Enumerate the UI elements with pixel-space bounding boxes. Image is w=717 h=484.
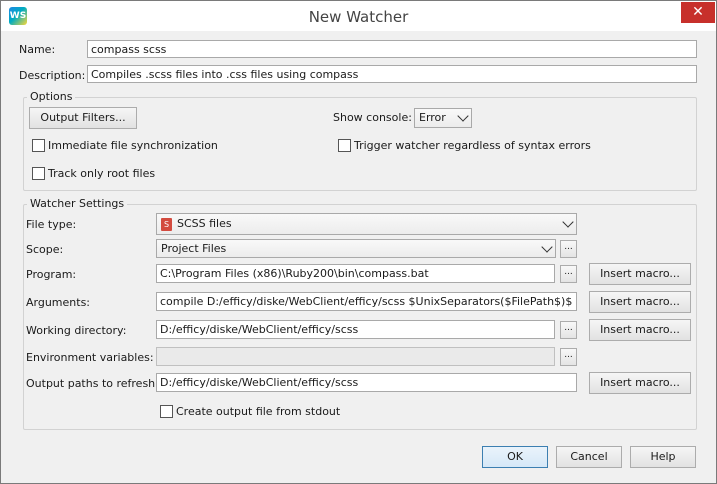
new-watcher-dialog: WS New Watcher ✕ Name: compass scss Desc… <box>0 0 717 484</box>
track-root-label: Track only root files <box>48 167 156 180</box>
program-label: Program: <box>26 268 77 281</box>
working-directory-insert-macro-button[interactable]: Insert macro... <box>589 319 691 341</box>
create-output-stdout-checkbox[interactable] <box>160 405 173 418</box>
output-paths-label: Output paths to refresh: <box>26 377 159 390</box>
show-console-value: Error <box>419 111 446 124</box>
environment-variables-browse-button[interactable]: ... <box>560 348 577 366</box>
description-input[interactable]: Compiles .scss files into .css files usi… <box>87 65 697 83</box>
trigger-watcher-checkbox[interactable] <box>338 139 351 152</box>
output-paths-input[interactable]: D:/efficy/diske/WebClient/efficy/scss <box>156 373 577 392</box>
options-group-title: Options <box>27 90 76 103</box>
chevron-down-icon <box>562 216 574 228</box>
name-label: Name: <box>19 43 56 56</box>
output-paths-insert-macro-button[interactable]: Insert macro... <box>589 372 691 394</box>
scope-value: Project Files <box>161 242 227 255</box>
immediate-sync-label: Immediate file synchronization <box>48 139 218 152</box>
help-button[interactable]: Help <box>630 446 696 468</box>
file-type-label: File type: <box>26 218 77 231</box>
scope-label: Scope: <box>26 243 64 256</box>
ok-button[interactable]: OK <box>482 446 548 468</box>
arguments-input[interactable]: compile D:/efficy/diske/WebClient/efficy… <box>156 292 577 311</box>
output-filters-button[interactable]: Output Filters... <box>29 107 137 129</box>
environment-variables-label: Environment variables: <box>26 351 154 364</box>
show-console-select[interactable]: Error <box>414 108 472 128</box>
working-directory-input[interactable]: D:/efficy/diske/WebClient/efficy/scss <box>156 320 555 339</box>
name-input[interactable]: compass scss <box>87 40 697 58</box>
environment-variables-input[interactable] <box>156 347 555 366</box>
description-label: Description: <box>19 69 86 82</box>
close-icon: ✕ <box>692 4 704 20</box>
show-console-label: Show console: <box>333 111 412 124</box>
file-type-value: SCSS files <box>177 217 232 230</box>
create-output-stdout-label: Create output file from stdout <box>176 405 341 418</box>
scope-browse-button[interactable]: ... <box>560 240 577 258</box>
title-bar: WS New Watcher ✕ <box>1 1 716 31</box>
scope-select[interactable]: Project Files <box>156 239 556 258</box>
watcher-settings-group-title: Watcher Settings <box>27 197 128 210</box>
working-directory-label: Working directory: <box>26 324 127 337</box>
track-root-checkbox[interactable] <box>32 167 45 180</box>
program-input[interactable]: C:\Program Files (x86)\Ruby200\bin\compa… <box>156 264 555 283</box>
chevron-down-icon <box>541 240 553 253</box>
cancel-button[interactable]: Cancel <box>556 446 622 468</box>
scss-file-icon: S <box>161 217 172 231</box>
trigger-watcher-label: Trigger watcher regardless of syntax err… <box>354 139 591 152</box>
dialog-title: New Watcher <box>308 8 409 26</box>
watcher-settings-group <box>23 204 697 430</box>
file-type-select[interactable]: S SCSS files <box>156 213 577 235</box>
chevron-down-icon <box>457 110 469 122</box>
program-insert-macro-button[interactable]: Insert macro... <box>589 263 691 285</box>
program-browse-button[interactable]: ... <box>560 265 577 283</box>
arguments-insert-macro-button[interactable]: Insert macro... <box>589 291 691 313</box>
immediate-sync-checkbox[interactable] <box>32 139 45 152</box>
working-directory-browse-button[interactable]: ... <box>560 321 577 339</box>
close-button[interactable]: ✕ <box>681 2 715 23</box>
arguments-label: Arguments: <box>26 296 91 309</box>
